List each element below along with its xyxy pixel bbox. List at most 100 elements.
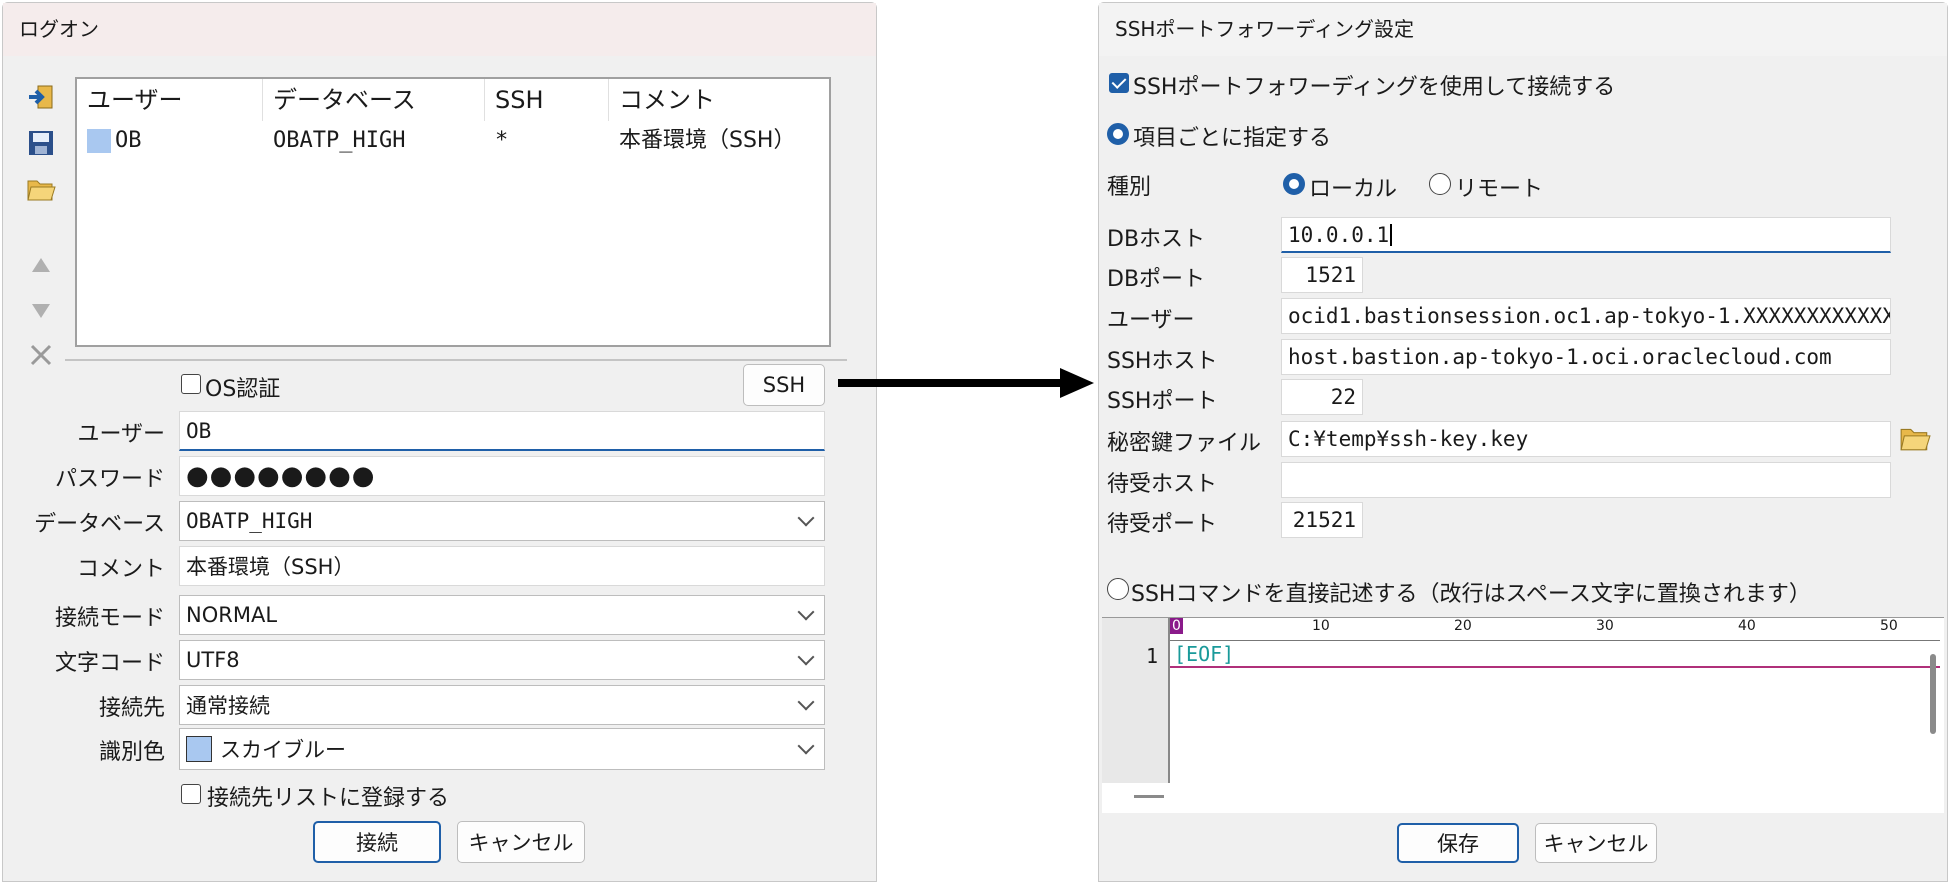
key-file-input[interactable]: C:¥temp¥ssh-key.key: [1281, 421, 1891, 457]
ssh-port-input[interactable]: 22: [1281, 379, 1363, 415]
command-editor[interactable]: 1 0 10 20 30 40 50 [EOF]: [1102, 617, 1944, 813]
cell-comment: 本番環境（SSH）: [619, 128, 796, 153]
color-select-value: スカイブルー: [220, 738, 346, 762]
cancel-button[interactable]: キャンセル: [1535, 823, 1657, 863]
cursor-line: [1170, 666, 1940, 668]
database-label: データベース: [34, 512, 165, 537]
editor-ruler: 0 10 20 30 40 50: [1170, 618, 1940, 641]
cancel-button[interactable]: キャンセル: [457, 821, 585, 863]
db-host-label: DBホスト: [1107, 227, 1206, 252]
column-header-user[interactable]: ユーザー: [77, 79, 263, 121]
login-icon[interactable]: [25, 81, 57, 113]
charset-select-value: UTF8: [186, 648, 240, 672]
column-header-ssh[interactable]: SSH: [485, 79, 609, 121]
database-select[interactable]: OBATP_HIGH: [179, 501, 825, 541]
logon-title: ログオン: [3, 3, 876, 56]
db-host-value: 10.0.0.1: [1288, 222, 1390, 247]
db-host-input[interactable]: 10.0.0.1: [1281, 217, 1891, 253]
direct-cmd-label: SSHコマンドを直接記述する（改行はスペース文字に置換されます）: [1131, 582, 1811, 607]
editor-gutter: 1: [1102, 618, 1170, 783]
color-label: 識別色: [98, 740, 165, 765]
ssh-port-label: SSHポート: [1107, 389, 1218, 414]
use-ssh-label: SSHポートフォワーディングを使用して接続する: [1133, 75, 1616, 100]
ruler-mark: 30: [1596, 618, 1614, 634]
use-ssh-checkbox[interactable]: [1109, 73, 1129, 93]
logon-dialog: ログオン ユーザー データベース SSH コメント OB OBATP_HIGH …: [2, 2, 877, 882]
ruler-mark: 50: [1880, 618, 1898, 634]
user-input[interactable]: OB: [179, 411, 825, 451]
move-up-icon[interactable]: [25, 249, 57, 281]
local-label: ローカル: [1309, 177, 1398, 202]
target-label: 接続先: [98, 696, 165, 721]
target-select-value: 通常接続: [186, 694, 270, 718]
ruler-mark: 20: [1454, 618, 1472, 634]
os-auth-checkbox[interactable]: [181, 374, 201, 394]
ruler-mark: 0: [1170, 618, 1183, 634]
remote-label: リモート: [1455, 177, 1544, 202]
type-label: 種別: [1107, 175, 1152, 200]
folder-open-icon[interactable]: [1899, 423, 1933, 455]
comment-label: コメント: [76, 557, 165, 582]
listen-host-label: 待受ホスト: [1107, 472, 1218, 497]
comment-input[interactable]: 本番環境（SSH）: [179, 546, 825, 586]
ssh-button[interactable]: SSH: [743, 364, 825, 406]
ruler-mark: 40: [1738, 618, 1756, 634]
cell-user-text: OB: [115, 128, 142, 153]
charset-label: 文字コード: [54, 651, 165, 676]
delete-icon[interactable]: [25, 339, 57, 371]
chevron-down-icon: [797, 509, 815, 527]
per-item-label: 項目ごとに指定する: [1133, 126, 1332, 151]
ssh-user-input[interactable]: ocid1.bastionsession.oc1.ap-tokyo-1.XXXX…: [1281, 298, 1891, 334]
ssh-user-label: ユーザー: [1107, 308, 1195, 333]
chevron-down-icon: [797, 648, 815, 666]
listen-host-input[interactable]: [1281, 462, 1891, 498]
horizontal-scrollbar[interactable]: [1134, 795, 1164, 798]
cell-ssh: *: [495, 128, 509, 153]
local-radio[interactable]: [1283, 173, 1305, 195]
user-label: ユーザー: [77, 422, 165, 447]
column-header-comment[interactable]: コメント: [609, 79, 829, 121]
db-port-label: DBポート: [1107, 267, 1206, 292]
ssh-dialog: SSHポートフォワーディング設定 SSHポートフォワーディングを使用して接続する…: [1098, 2, 1948, 882]
mode-select-value: NORMAL: [186, 603, 278, 627]
register-checkbox[interactable]: [181, 784, 201, 804]
connect-button[interactable]: 接続: [313, 821, 441, 863]
mode-label: 接続モード: [54, 606, 165, 631]
db-port-input[interactable]: 1521: [1281, 257, 1363, 293]
save-icon[interactable]: [25, 127, 57, 159]
eof-marker: [EOF]: [1174, 642, 1235, 666]
chevron-down-icon: [797, 693, 815, 711]
arrow-right-icon: [838, 368, 1094, 398]
vertical-scrollbar[interactable]: [1930, 654, 1936, 734]
ssh-title: SSHポートフォワーディング設定: [1099, 3, 1947, 56]
column-header-database[interactable]: データベース: [263, 79, 485, 121]
row-color-swatch: [87, 129, 111, 153]
listen-port-label: 待受ポート: [1107, 512, 1218, 537]
connection-list[interactable]: ユーザー データベース SSH コメント OB OBATP_HIGH * 本番環…: [75, 77, 831, 347]
ssh-host-input[interactable]: host.bastion.ap-tokyo-1.oci.oraclecloud.…: [1281, 339, 1891, 375]
os-auth-label: OS認証: [205, 377, 281, 402]
key-file-label: 秘密鍵ファイル: [1107, 431, 1262, 456]
mode-select[interactable]: NORMAL: [179, 595, 825, 635]
divider: [65, 359, 847, 361]
move-down-icon[interactable]: [25, 295, 57, 327]
folder-open-icon[interactable]: [25, 173, 57, 205]
database-select-value: OBATP_HIGH: [186, 509, 313, 533]
password-label: パスワード: [54, 467, 165, 492]
password-input[interactable]: ●●●●●●●●: [179, 456, 825, 496]
chevron-down-icon: [797, 603, 815, 621]
direct-cmd-radio[interactable]: [1107, 578, 1129, 600]
listen-port-input[interactable]: 21521: [1281, 502, 1363, 538]
ruler-mark: 10: [1312, 618, 1330, 634]
charset-select[interactable]: UTF8: [179, 640, 825, 680]
color-select[interactable]: スカイブルー: [179, 728, 825, 770]
save-button[interactable]: 保存: [1397, 823, 1519, 863]
ssh-host-label: SSHホスト: [1107, 349, 1218, 374]
line-number: 1: [1145, 644, 1158, 668]
per-item-radio[interactable]: [1107, 123, 1129, 145]
cell-user: OB: [77, 121, 263, 161]
cell-database: OBATP_HIGH: [273, 128, 406, 153]
target-select[interactable]: 通常接続: [179, 685, 825, 725]
text-caret: [1390, 223, 1393, 246]
remote-radio[interactable]: [1429, 173, 1451, 195]
